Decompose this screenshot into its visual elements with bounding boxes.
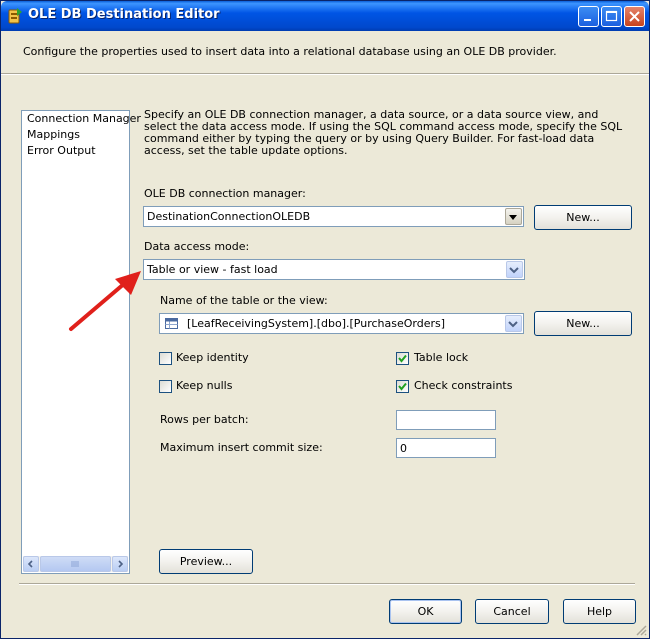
- keep-identity-label: Keep identity: [176, 351, 249, 364]
- table-name-value: [LeafReceivingSystem].[dbo].[PurchaseOrd…: [187, 317, 446, 330]
- horizontal-scrollbar[interactable]: [23, 556, 128, 572]
- dialog-window: OLE DB Destination Editor Configure the …: [0, 0, 650, 639]
- connection-manager-value: DestinationConnectionOLEDB: [147, 210, 311, 223]
- connection-manager-dropdown[interactable]: DestinationConnectionOLEDB: [143, 206, 524, 227]
- close-icon: [629, 11, 640, 22]
- chevron-down-icon: [509, 267, 519, 274]
- access-mode-dropdown-button[interactable]: [506, 261, 523, 278]
- access-mode-value: Table or view - fast load: [147, 263, 278, 276]
- maximize-button[interactable]: [601, 6, 622, 27]
- new-connection-button[interactable]: New...: [534, 205, 632, 230]
- max-commit-size-input[interactable]: 0: [396, 438, 496, 458]
- footer-divider: [19, 583, 635, 585]
- connection-dropdown-button[interactable]: [505, 208, 522, 225]
- chevron-down-icon: [508, 321, 518, 328]
- table-icon: [165, 318, 178, 329]
- access-mode-label: Data access mode:: [144, 240, 250, 253]
- nav-item-error-output[interactable]: Error Output: [27, 144, 96, 157]
- header-divider: [1, 73, 649, 75]
- maximize-icon: [605, 10, 618, 22]
- keep-identity-checkbox[interactable]: [159, 352, 172, 365]
- scroll-right-icon: [118, 560, 124, 568]
- ok-label: OK: [417, 605, 434, 618]
- new-connection-label: New...: [566, 211, 600, 224]
- check-constraints-label: Check constraints: [414, 379, 513, 392]
- title-bar[interactable]: OLE DB Destination Editor: [1, 1, 649, 31]
- checkmark-icon: [398, 382, 407, 391]
- keep-nulls-label: Keep nulls: [176, 379, 233, 392]
- ssis-destination-icon: [8, 8, 22, 24]
- cancel-button[interactable]: Cancel: [475, 599, 549, 624]
- cancel-label: Cancel: [493, 605, 531, 618]
- close-button[interactable]: [624, 6, 645, 27]
- help-label: Help: [586, 605, 613, 618]
- grip-icon: [71, 561, 79, 567]
- max-commit-size-value: 0: [400, 442, 407, 455]
- keep-nulls-checkbox[interactable]: [159, 380, 172, 393]
- preview-button[interactable]: Preview...: [159, 549, 253, 574]
- preview-label: Preview...: [179, 555, 233, 568]
- rows-per-batch-label: Rows per batch:: [160, 413, 249, 426]
- rows-per-batch-input[interactable]: [396, 410, 496, 430]
- dialog-description: Configure the properties used to insert …: [23, 45, 557, 58]
- table-name-label: Name of the table or the view:: [160, 294, 328, 307]
- check-constraints-checkbox[interactable]: [396, 380, 409, 393]
- window-title: OLE DB Destination Editor: [28, 7, 220, 22]
- annotation-arrow: [69, 271, 141, 331]
- nav-item-mappings[interactable]: Mappings: [27, 128, 80, 141]
- page-navigation-list: Connection Manager Mappings Error Output: [21, 110, 141, 574]
- table-lock-label: Table lock: [414, 351, 469, 364]
- max-commit-size-label: Maximum insert commit size:: [160, 441, 323, 454]
- new-table-button[interactable]: New...: [534, 311, 632, 336]
- minimize-icon: [584, 19, 591, 21]
- instructions-text: Specify an OLE DB connection manager, a …: [144, 108, 623, 157]
- scroll-thumb[interactable]: [40, 556, 111, 572]
- table-lock-checkbox[interactable]: [396, 352, 409, 365]
- connection-manager-label: OLE DB connection manager:: [144, 187, 306, 200]
- scroll-right-button[interactable]: [112, 556, 128, 572]
- access-mode-dropdown[interactable]: Table or view - fast load: [143, 259, 525, 280]
- new-table-label: New...: [566, 317, 600, 330]
- help-button[interactable]: Help: [563, 599, 636, 624]
- table-dropdown-button[interactable]: [505, 315, 522, 332]
- scroll-left-icon: [27, 560, 33, 568]
- resize-grip-icon[interactable]: [635, 624, 647, 636]
- checkmark-icon: [398, 354, 407, 363]
- table-name-dropdown[interactable]: [LeafReceivingSystem].[dbo].[PurchaseOrd…: [159, 313, 524, 334]
- ok-button[interactable]: OK: [389, 599, 462, 624]
- chevron-down-icon: [509, 215, 517, 220]
- nav-item-connection-manager[interactable]: Connection Manager: [27, 112, 141, 125]
- minimize-button[interactable]: [578, 6, 599, 27]
- scroll-left-button[interactable]: [23, 556, 39, 572]
